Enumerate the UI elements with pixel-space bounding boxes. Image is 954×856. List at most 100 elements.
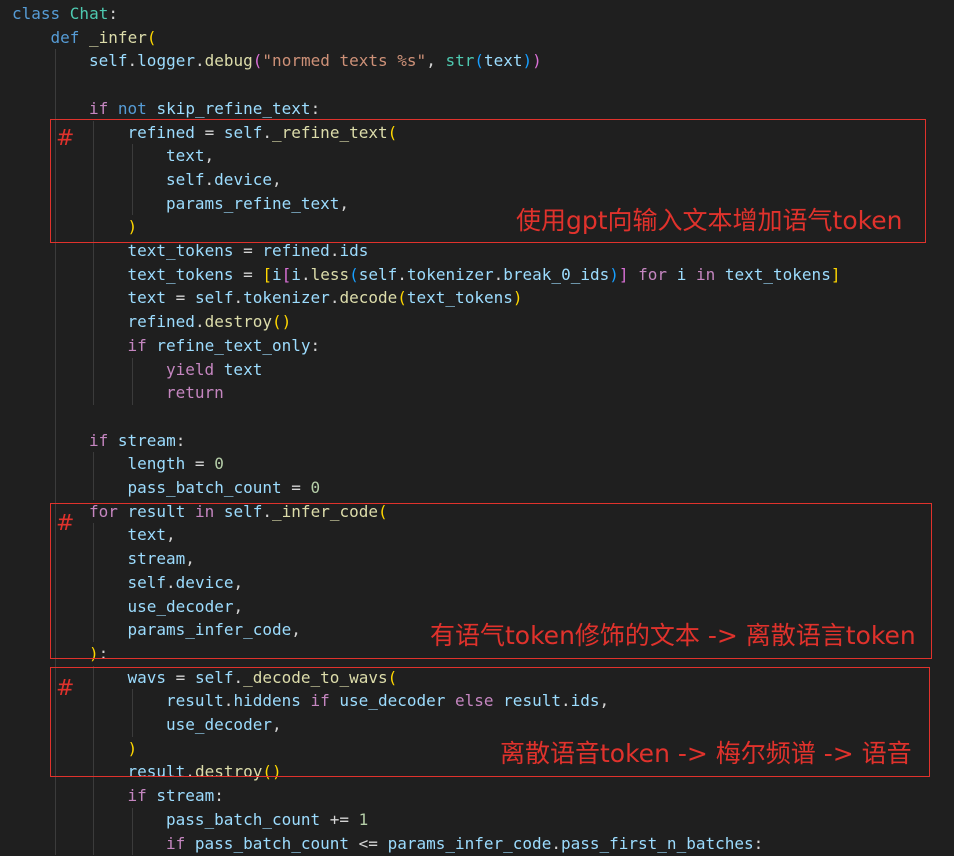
code-token: if — [89, 98, 118, 118]
code-token: ( — [349, 264, 359, 284]
code-token: text — [484, 51, 523, 71]
code-token: ( — [252, 51, 263, 71]
code-token: return — [166, 383, 224, 403]
code-token: . — [329, 241, 340, 260]
code-token: . — [233, 288, 244, 308]
code-token: . — [397, 264, 407, 284]
code-token: decode — [339, 288, 398, 308]
code-line[interactable]: if not skip_refine_text: — [89, 97, 320, 121]
annotation-marker-decode-wavs: # — [56, 676, 75, 701]
code-token: less — [310, 264, 350, 284]
code-line[interactable]: class Chat: — [12, 2, 118, 26]
code-token: length — [127, 454, 186, 474]
code-line[interactable]: pass_batch_count += 1 — [166, 808, 368, 832]
annotation-text-refine: 使用gpt向输入文本增加语气token — [516, 206, 903, 235]
indent-guide — [131, 357, 133, 405]
code-token: Chat — [69, 4, 109, 23]
code-token: if — [127, 786, 157, 806]
code-token: stream — [156, 786, 215, 806]
code-token: break_0_ids — [503, 264, 610, 284]
code-token: ] — [830, 264, 841, 284]
code-line[interactable]: return — [166, 381, 224, 405]
code-token: = — [166, 288, 195, 308]
code-token: i — [291, 264, 301, 284]
code-line[interactable]: if stream: — [89, 429, 185, 453]
code-token: self — [358, 264, 398, 284]
code-line[interactable]: if refine_text_only: — [128, 334, 321, 358]
code-token: = — [185, 454, 215, 474]
code-token: ) — [512, 288, 523, 308]
code-line[interactable]: text = self.tokenizer.decode(text_tokens… — [128, 286, 523, 310]
code-token: refine_text_only — [156, 335, 311, 355]
code-line[interactable]: if pass_batch_count <= params_infer_code… — [166, 832, 763, 856]
code-token: i — [676, 264, 687, 284]
code-token: stream — [117, 430, 176, 450]
code-token: ids — [339, 241, 369, 260]
code-token: str — [445, 51, 475, 71]
code-token: refined — [127, 312, 195, 332]
code-token: "normed texts %s" — [262, 51, 427, 71]
code-token: text_tokens — [127, 241, 234, 260]
code-token: [ — [281, 264, 292, 284]
code-token: : — [175, 430, 186, 450]
code-token: : — [214, 786, 224, 806]
code-token: self — [194, 288, 234, 308]
code-token: yield — [166, 359, 224, 379]
code-token: . — [194, 51, 205, 71]
code-token: , — [426, 51, 446, 71]
code-line[interactable]: length = 0 — [128, 452, 224, 476]
code-token: if — [127, 335, 157, 355]
code-line[interactable]: self.logger.debug("normed texts %s", str… — [89, 49, 542, 73]
code-token: def — [50, 27, 90, 47]
code-token: . — [300, 264, 311, 284]
code-token: pass_batch_count — [194, 833, 350, 853]
code-token: pass_first_n_batches — [560, 833, 754, 853]
code-token: ) — [532, 51, 542, 71]
code-token: pass_batch_count — [127, 478, 282, 497]
code-token: i — [272, 264, 282, 284]
code-token: text_tokens — [127, 264, 234, 284]
code-token: : — [310, 335, 321, 355]
code-line[interactable]: text_tokens = [i[i.less(self.tokenizer.b… — [128, 263, 841, 287]
code-token: . — [329, 288, 340, 308]
indent-guide — [131, 807, 133, 856]
code-token: 1 — [358, 809, 369, 829]
code-token: if — [89, 430, 118, 450]
code-line[interactable]: if stream: — [128, 784, 224, 808]
code-token: = — [233, 264, 263, 284]
code-token: pass_batch_count — [166, 809, 321, 829]
code-token: _infer — [89, 27, 147, 47]
code-token: refined — [262, 241, 330, 260]
code-token: = — [233, 241, 263, 260]
code-token: text — [127, 288, 167, 308]
code-token: in — [686, 264, 725, 284]
code-token: logger — [137, 51, 195, 71]
code-token: 0 — [214, 454, 224, 474]
code-line[interactable]: refined.destroy() — [128, 310, 292, 334]
code-token: text_tokens — [406, 288, 513, 308]
indent-guide — [93, 452, 94, 500]
code-token: for — [628, 264, 677, 284]
code-token: ( — [474, 51, 484, 71]
code-line[interactable]: def _infer( — [51, 26, 157, 50]
code-token: class — [12, 4, 70, 23]
annotation-marker-refine: # — [56, 126, 75, 151]
code-line[interactable]: yield text — [166, 358, 262, 382]
code-token: <= — [349, 833, 388, 853]
code-token: () — [272, 312, 292, 332]
code-token: 0 — [310, 478, 321, 497]
code-token: . — [127, 51, 138, 71]
code-token: : — [310, 98, 321, 118]
code-token: = — [281, 478, 311, 497]
code-token: [ — [262, 264, 273, 284]
annotation-text-infer-code: 有语气token修饰的文本 -> 离散语言token — [430, 621, 916, 650]
code-token: : — [108, 4, 118, 23]
code-token: ) — [609, 264, 619, 284]
code-token: += — [320, 809, 359, 829]
code-line[interactable]: pass_batch_count = 0 — [128, 476, 321, 500]
annotation-text-decode-wavs: 离散语音token -> 梅尔频谱 -> 语音 — [500, 739, 912, 768]
code-token: . — [551, 833, 561, 853]
code-token: text — [223, 359, 263, 379]
code-token: if — [166, 833, 195, 853]
code-token: destroy — [204, 312, 273, 332]
